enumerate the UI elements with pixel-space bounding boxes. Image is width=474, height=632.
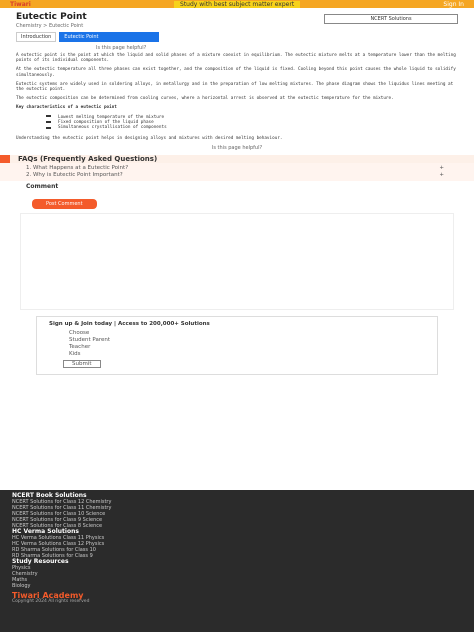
- signup-option[interactable]: Teacher: [49, 344, 425, 351]
- plus-icon: +: [439, 171, 444, 178]
- article-paragraph: Understanding the eutectic point helps i…: [16, 135, 283, 141]
- title-row: Eutectic Point Chemistry > Eutectic Poin…: [16, 10, 458, 29]
- tab-introduction[interactable]: Introduction: [16, 32, 57, 42]
- faq-question: 2. Why is Eutectic Point Important?: [26, 171, 123, 178]
- footer-link[interactable]: Biology: [12, 583, 462, 589]
- article-body: A eutectic point is the point at which t…: [16, 53, 458, 141]
- top-bar: Tiwari Study with best subject matter ex…: [0, 0, 474, 8]
- brand-logo[interactable]: Tiwari: [10, 1, 31, 8]
- signup-option[interactable]: Kids: [49, 351, 425, 358]
- post-comment-button[interactable]: Post Comment: [32, 198, 97, 209]
- helpful-prompt-top[interactable]: Is this page helpful?: [96, 45, 458, 51]
- faq-heading: FAQs (Frequently Asked Questions): [0, 154, 474, 163]
- tab-eutectic-point[interactable]: Eutectic Point: [59, 32, 160, 42]
- plus-icon: +: [439, 164, 444, 171]
- main-content: Eutectic Point Chemistry > Eutectic Poin…: [0, 8, 474, 375]
- breadcrumb[interactable]: Chemistry > Eutectic Point: [16, 23, 87, 29]
- article-paragraph: A eutectic point is the point at which t…: [16, 53, 456, 64]
- bullet-icons: [46, 114, 52, 133]
- tab-bar: Introduction Eutectic Point: [16, 32, 458, 42]
- signup-title: Sign up & Join today | Access to 200,000…: [49, 320, 210, 327]
- comment-area[interactable]: [20, 212, 454, 310]
- article-paragraph: Eutectic systems are widely used in sold…: [16, 81, 454, 93]
- faq-question: 1. What Happens at a Eutectic Point?: [26, 164, 129, 171]
- copyright: Copyright 2024 All rights reserved: [12, 599, 90, 604]
- signup-widget: Sign up & Join today | Access to 200,000…: [36, 315, 438, 375]
- footer: NCERT Book Solutions NCERT Solutions for…: [0, 490, 474, 632]
- page-title: Eutectic Point: [16, 12, 87, 22]
- signup-option[interactable]: Choose: [49, 330, 425, 337]
- comments-heading: Comment: [26, 182, 59, 190]
- faq-item[interactable]: 2. Why is Eutectic Point Important? +: [26, 172, 474, 179]
- faq-item[interactable]: 1. What Happens at a Eutectic Point? +: [26, 165, 474, 172]
- signup-submit-button[interactable]: Submit: [63, 359, 101, 368]
- helpful-prompt-bottom[interactable]: Is this page helpful?: [16, 145, 458, 151]
- article-subheading: Key characteristics of a eutectic point: [16, 105, 117, 111]
- promo-banner[interactable]: Study with best subject matter expert: [174, 0, 301, 8]
- signup-option[interactable]: Student Parent: [49, 337, 425, 344]
- faq-list: 1. What Happens at a Eutectic Point? + 2…: [0, 162, 474, 181]
- article-paragraph: The eutectic composition can be determin…: [16, 96, 394, 102]
- bullet-item: Simultaneous crystallisation of componen…: [58, 125, 167, 131]
- article-paragraph: At the eutectic temperature all three ph…: [16, 67, 456, 78]
- ncert-solutions-button[interactable]: NCERT Solutions: [324, 14, 458, 24]
- sign-in-link[interactable]: Sign In: [443, 1, 464, 8]
- bullet-list: Lowest melting temperature of the mixtur…: [46, 114, 458, 133]
